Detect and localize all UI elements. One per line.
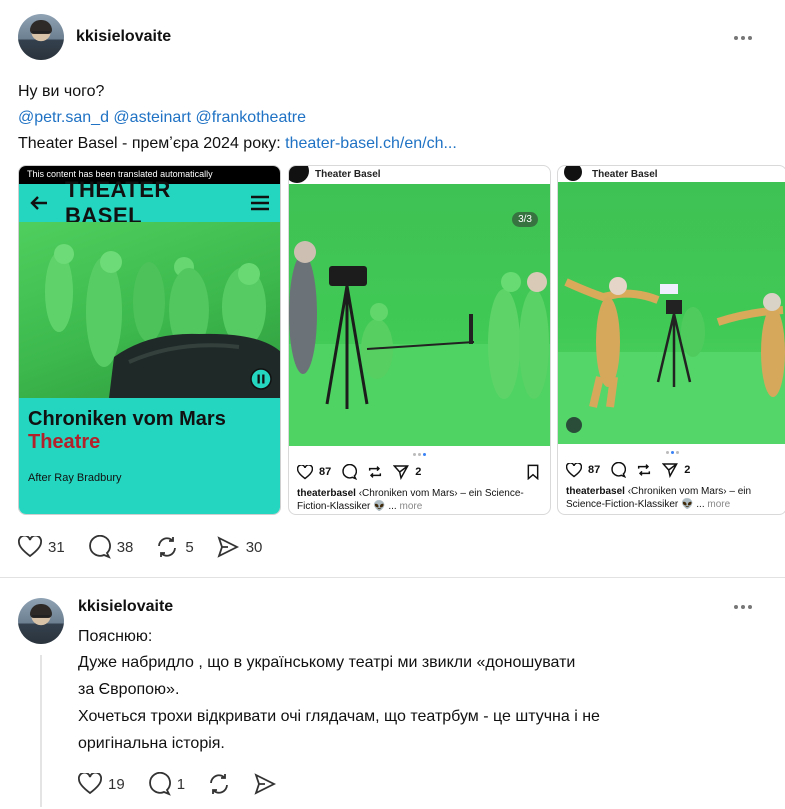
reply-more-options-icon[interactable] bbox=[731, 603, 755, 611]
send-icon bbox=[217, 536, 239, 558]
ig-like-count: 87 bbox=[588, 464, 601, 476]
carousel-counter: 3/3 bbox=[512, 212, 538, 227]
mention-link[interactable]: @frankotheatre bbox=[195, 109, 306, 126]
reply-like-count: 19 bbox=[108, 775, 125, 793]
reply-line: Дуже набридло , що в українському театрі… bbox=[78, 654, 576, 671]
dancers-illustration bbox=[558, 277, 785, 444]
show-title: Chroniken vom Mars bbox=[28, 408, 226, 430]
repost-icon bbox=[369, 466, 382, 478]
avatar[interactable] bbox=[18, 14, 64, 60]
carousel-dots bbox=[558, 451, 785, 454]
bookmark-icon bbox=[527, 464, 539, 480]
post-divider bbox=[0, 577, 785, 578]
site-header: THEATER BASEL bbox=[19, 177, 280, 228]
ig-more-link[interactable]: more bbox=[707, 499, 730, 510]
media-card-instagram-1[interactable]: Theater Basel 3/3 87 2 theaterbasel ‹Chr… bbox=[288, 165, 551, 515]
external-link[interactable]: theater-basel.ch/en/ch... bbox=[285, 135, 457, 152]
heart-icon bbox=[297, 464, 313, 479]
comment-button[interactable]: 38 bbox=[87, 535, 134, 559]
repost-icon bbox=[158, 537, 177, 557]
ig-actions: 87 2 bbox=[297, 463, 540, 481]
repost-icon bbox=[638, 464, 651, 476]
ig-caption-user: theaterbasel bbox=[566, 486, 625, 497]
reply-line: Хочеться трохи відкривати очі глядачам, … bbox=[78, 708, 600, 725]
reply-avatar[interactable] bbox=[18, 598, 64, 644]
reply-line: оригінальна історія. bbox=[78, 735, 225, 752]
reply-comment-button[interactable]: 1 bbox=[147, 772, 185, 796]
heart-icon bbox=[566, 462, 582, 477]
reply-username[interactable]: kkisielovaite bbox=[78, 598, 173, 616]
like-count: 31 bbox=[48, 538, 65, 556]
post-actions: 31 38 5 30 bbox=[18, 535, 284, 559]
heart-icon bbox=[18, 536, 42, 558]
reply-actions: 19 1 bbox=[78, 772, 299, 796]
ig-share-count: 2 bbox=[415, 466, 422, 478]
share-button[interactable]: 30 bbox=[216, 535, 263, 559]
menu-icon bbox=[251, 195, 269, 211]
show-author: After Ray Bradbury bbox=[28, 472, 122, 484]
pause-icon[interactable] bbox=[250, 368, 272, 390]
ig-actions: 87 2 bbox=[566, 461, 776, 479]
mention-link[interactable]: @asteinart bbox=[113, 109, 191, 126]
carousel-dots bbox=[289, 453, 550, 456]
ig-header: Theater Basel bbox=[558, 166, 785, 182]
like-button[interactable]: 31 bbox=[18, 536, 65, 558]
post-text-line3: Theater Basel - премʼєра 2024 року: thea… bbox=[18, 131, 457, 157]
ig-account-name: Theater Basel bbox=[592, 168, 658, 180]
media-card-instagram-2[interactable]: Theater Basel 87 2 theaterbasel ‹Chronik… bbox=[557, 165, 785, 515]
post-text-prefix: Theater Basel - премʼєра 2024 року: bbox=[18, 135, 286, 152]
comment-icon bbox=[342, 464, 358, 480]
reply-line: за Європою». bbox=[78, 681, 180, 698]
reply-comment-count: 1 bbox=[176, 775, 186, 793]
back-arrow-icon bbox=[30, 196, 47, 210]
show-subtitle: Theatre bbox=[28, 431, 101, 453]
theater-logo-icon bbox=[564, 166, 582, 181]
reply-line: Пояснюю: bbox=[78, 628, 153, 645]
ig-caption: theaterbasel ‹Chroniken vom Mars› – ein … bbox=[566, 485, 780, 511]
ig-account-name: Theater Basel bbox=[315, 168, 381, 180]
stage-photo bbox=[19, 222, 280, 398]
comment-icon bbox=[148, 772, 171, 796]
ig-like-count: 87 bbox=[319, 466, 332, 478]
reply-like-button[interactable]: 19 bbox=[78, 773, 125, 795]
send-icon bbox=[393, 465, 410, 480]
avatar-glasses bbox=[32, 31, 50, 36]
stage-figures-illustration bbox=[45, 244, 280, 398]
reply-share-button[interactable] bbox=[253, 772, 277, 796]
post-mentions: @petr.san_d @asteinart @frankotheatre bbox=[18, 105, 306, 131]
ig-caption: theaterbasel ‹Chroniken vom Mars› – ein … bbox=[297, 487, 544, 513]
comment-icon bbox=[88, 535, 111, 559]
ig-caption-user: theaterbasel bbox=[297, 488, 356, 499]
comment-icon bbox=[611, 462, 627, 478]
ig-photo: 3/3 bbox=[289, 184, 550, 446]
share-count: 30 bbox=[245, 538, 263, 556]
comment-count: 38 bbox=[116, 538, 134, 556]
send-icon bbox=[662, 463, 679, 478]
repost-icon bbox=[210, 774, 228, 794]
media-card-theater-basel[interactable]: This content has been translated automat… bbox=[18, 165, 281, 515]
theater-logo-icon bbox=[289, 166, 309, 183]
thread-line bbox=[40, 655, 42, 807]
ig-photo bbox=[558, 182, 785, 444]
more-options-icon[interactable] bbox=[731, 34, 755, 42]
post-username[interactable]: kkisielovaite bbox=[76, 28, 171, 46]
repost-button[interactable]: 5 bbox=[155, 535, 194, 559]
ig-header: Theater Basel bbox=[289, 166, 550, 183]
film-set-illustration bbox=[289, 241, 550, 446]
avatar-glasses bbox=[32, 615, 50, 620]
ig-share-count: 2 bbox=[684, 464, 691, 476]
mention-link[interactable]: @petr.san_d bbox=[18, 109, 109, 126]
show-info: Chroniken vom Mars Theatre After Ray Bra… bbox=[19, 398, 280, 514]
heart-icon bbox=[78, 773, 102, 795]
repost-count: 5 bbox=[185, 538, 194, 556]
ig-more-link[interactable]: more bbox=[399, 501, 422, 512]
reply-repost-button[interactable] bbox=[207, 772, 231, 796]
post-text-line1: Ну ви чого? bbox=[18, 83, 105, 100]
send-icon bbox=[254, 773, 277, 795]
